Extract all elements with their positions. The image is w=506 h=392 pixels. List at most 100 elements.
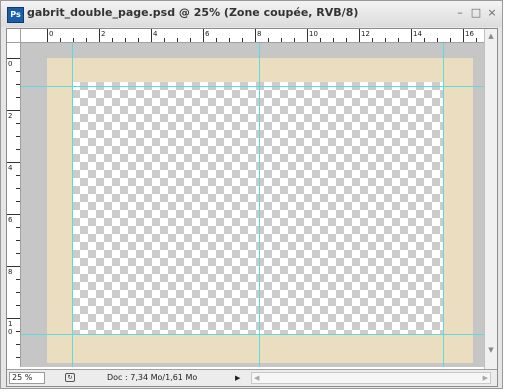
ruler-tick bbox=[177, 38, 178, 42]
ruler-tick bbox=[99, 29, 100, 42]
play-arrow-icon[interactable]: ▶ bbox=[235, 373, 240, 383]
maximize-button[interactable]: □ bbox=[469, 6, 483, 20]
ruler-tick bbox=[16, 71, 20, 72]
ruler-tick bbox=[7, 318, 20, 319]
ruler-tick bbox=[16, 201, 20, 202]
ruler-tick bbox=[16, 331, 20, 332]
ruler-tick bbox=[281, 38, 282, 42]
ruler-tick bbox=[112, 38, 113, 42]
ruler-tick bbox=[476, 38, 477, 42]
ruler-tick bbox=[164, 38, 165, 42]
ruler-tick bbox=[86, 38, 87, 42]
ruler-tick bbox=[463, 29, 464, 42]
ruler-tick bbox=[16, 188, 20, 189]
ruler-tick bbox=[16, 175, 20, 176]
ruler-label: 12 bbox=[361, 30, 370, 38]
ruler-tick bbox=[294, 38, 295, 42]
ruler-tick bbox=[60, 38, 61, 42]
ruler-tick bbox=[411, 29, 412, 42]
ruler-tick bbox=[7, 266, 20, 267]
ruler-label: 16 bbox=[465, 30, 474, 38]
ruler-tick bbox=[346, 38, 347, 42]
minimize-button[interactable]: – bbox=[453, 6, 467, 20]
scroll-up-icon[interactable]: ▲ bbox=[486, 31, 496, 41]
ruler-tick bbox=[7, 58, 20, 59]
ruler-tick bbox=[437, 38, 438, 42]
ruler-tick bbox=[16, 84, 20, 85]
document-status-icon[interactable]: ↻ bbox=[65, 373, 75, 382]
ruler-tick bbox=[16, 253, 20, 254]
scroll-right-icon[interactable]: ▶ bbox=[483, 373, 488, 383]
ruler-tick bbox=[190, 38, 191, 42]
ruler-tick bbox=[398, 38, 399, 42]
ruler-tick bbox=[16, 123, 20, 124]
vertical-ruler[interactable]: 0 2 4 6 8 1 0 bbox=[7, 43, 21, 367]
ruler-tick bbox=[216, 38, 217, 42]
ruler-tick bbox=[229, 38, 230, 42]
horizontal-ruler[interactable]: 0 2 4 6 8 10 12 14 16 bbox=[21, 29, 484, 43]
guide-vertical[interactable] bbox=[443, 43, 444, 367]
ruler-tick bbox=[450, 38, 451, 42]
ruler-tick bbox=[424, 38, 425, 42]
ruler-tick bbox=[73, 38, 74, 42]
ruler-label: 2 bbox=[101, 30, 106, 38]
ruler-tick bbox=[16, 240, 20, 241]
document-info: Doc : 7,34 Mo/1,61 Mo bbox=[107, 373, 198, 382]
ruler-tick bbox=[16, 305, 20, 306]
ruler-tick bbox=[16, 97, 20, 98]
document-window: Ps gabrit_double_page.psd @ 25% (Zone co… bbox=[0, 0, 503, 389]
ruler-tick bbox=[320, 38, 321, 42]
ruler-tick bbox=[255, 29, 256, 42]
ruler-label: 8 bbox=[257, 30, 262, 38]
ruler-label: 6 bbox=[8, 216, 13, 224]
ruler-tick bbox=[372, 38, 373, 42]
ruler-tick bbox=[138, 38, 139, 42]
horizontal-scrollbar[interactable]: ◀ ▶ bbox=[251, 372, 491, 384]
guide-horizontal[interactable] bbox=[21, 86, 484, 87]
ruler-label: 4 bbox=[8, 164, 13, 172]
ruler-tick bbox=[307, 29, 308, 42]
ruler-label: 1 0 bbox=[8, 320, 13, 336]
ruler-tick bbox=[16, 292, 20, 293]
ruler-tick bbox=[125, 38, 126, 42]
ruler-tick bbox=[151, 29, 152, 42]
ruler-label: 0 bbox=[8, 60, 13, 68]
ruler-tick bbox=[16, 136, 20, 137]
close-button[interactable]: × bbox=[485, 6, 499, 20]
zoom-field[interactable]: 25 % bbox=[9, 372, 45, 384]
ruler-tick bbox=[47, 29, 48, 42]
ruler-label: 14 bbox=[413, 30, 422, 38]
ruler-tick bbox=[16, 227, 20, 228]
ruler-label: 10 bbox=[309, 30, 318, 38]
ruler-label: 2 bbox=[8, 112, 13, 120]
vertical-scrollbar[interactable]: ▲ ▼ bbox=[484, 29, 497, 369]
ruler-tick bbox=[203, 29, 204, 42]
ruler-tick bbox=[16, 357, 20, 358]
window-title: gabrit_double_page.psd @ 25% (Zone coupé… bbox=[27, 6, 359, 19]
title-bar[interactable]: Ps gabrit_double_page.psd @ 25% (Zone co… bbox=[1, 1, 502, 27]
guide-horizontal[interactable] bbox=[21, 334, 484, 335]
ruler-tick bbox=[16, 279, 20, 280]
ruler-tick bbox=[242, 38, 243, 42]
ruler-tick bbox=[7, 214, 20, 215]
ruler-label: 0 bbox=[49, 30, 54, 38]
ruler-label: 8 bbox=[8, 268, 13, 276]
canvas-frame: 0 2 4 6 8 10 12 14 16 024681 0 ▲ ▼ 25 % ↻ Doc : … bbox=[6, 28, 498, 387]
photoshop-icon: Ps bbox=[7, 7, 24, 23]
ruler-label: 6 bbox=[205, 30, 210, 38]
ruler-tick bbox=[359, 29, 360, 42]
ruler-tick bbox=[333, 38, 334, 42]
ruler-origin[interactable] bbox=[7, 29, 21, 43]
scroll-down-icon[interactable]: ▼ bbox=[486, 345, 496, 355]
ruler-tick bbox=[385, 38, 386, 42]
canvas-workspace[interactable] bbox=[21, 43, 484, 367]
guide-vertical[interactable] bbox=[72, 43, 73, 367]
ruler-label: 4 bbox=[153, 30, 158, 38]
transparent-area bbox=[72, 82, 444, 335]
ruler-tick bbox=[16, 149, 20, 150]
ruler-tick bbox=[268, 38, 269, 42]
guide-vertical[interactable] bbox=[259, 43, 260, 367]
scroll-left-icon[interactable]: ◀ bbox=[254, 373, 259, 383]
ruler-tick bbox=[16, 344, 20, 345]
status-bar: 25 % ↻ Doc : 7,34 Mo/1,61 Mo ▶ ◀ ▶ bbox=[7, 369, 497, 386]
